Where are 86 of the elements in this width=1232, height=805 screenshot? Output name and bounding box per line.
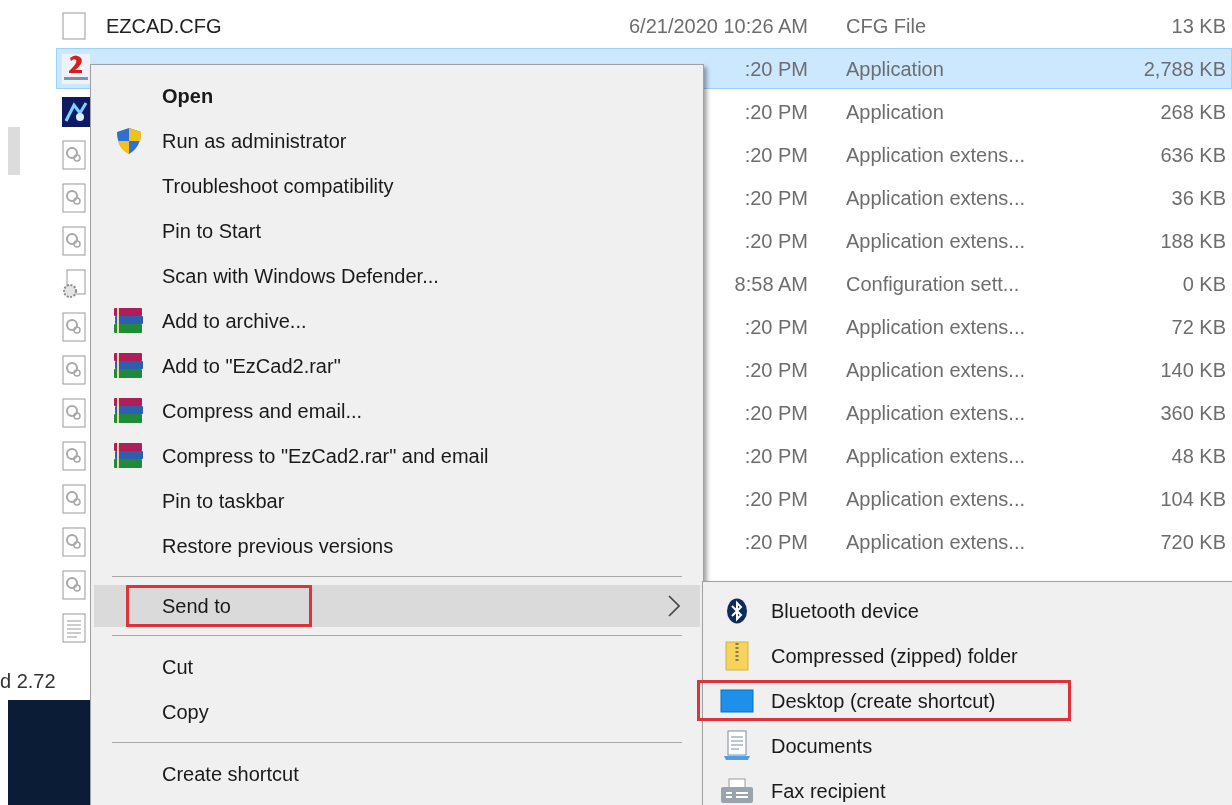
type-cell-text: Application	[846, 99, 944, 125]
date-cell-text: :20 PM	[744, 529, 808, 555]
size-cell-text: 104 KB	[1160, 486, 1226, 512]
date-cell-text: :20 PM	[744, 185, 808, 211]
type-cell-text: Configuration sett...	[846, 271, 1020, 297]
file-gear-icon	[62, 397, 86, 428]
date-cell-text: :20 PM	[744, 142, 808, 168]
chevron-right-icon	[668, 595, 680, 617]
desktop-icon	[720, 688, 754, 713]
size-cell-text: 48 KB	[1171, 443, 1226, 469]
file-icon	[62, 11, 86, 40]
menu-item[interactable]: Run as administrator	[94, 118, 700, 163]
size-cell-text: 36 KB	[1171, 185, 1226, 211]
books-stack-icon	[112, 440, 146, 471]
size-cell-text: 360 KB	[1160, 400, 1226, 426]
menu-item[interactable]: Restore previous versions	[94, 523, 700, 568]
size-cell-text: 140 KB	[1160, 357, 1226, 383]
file-gear-icon	[62, 440, 86, 471]
books-stack-icon	[112, 395, 146, 426]
type-cell-text: Application extens...	[846, 486, 1025, 512]
file-gear-icon	[62, 483, 86, 514]
menu-item[interactable]: Cut	[94, 644, 700, 689]
date-cell-text: :20 PM	[744, 56, 808, 82]
menu-item[interactable]: Troubleshoot compatibility	[94, 163, 700, 208]
date-cell-text: 6/21/2020 10:26 AM	[628, 13, 808, 39]
menu-item[interactable]: Documents	[703, 723, 1232, 768]
size-cell-text: 188 KB	[1160, 228, 1226, 254]
text-file-icon	[62, 612, 86, 643]
file-gear-icon	[62, 182, 86, 213]
menu-item[interactable]: Send to	[94, 585, 700, 627]
menu-item[interactable]: Create shortcut	[94, 751, 700, 796]
size-cell-text: 13 KB	[1171, 13, 1226, 39]
menu-item[interactable]: Bluetooth device	[703, 588, 1232, 633]
date-cell-text: 8:58 AM	[734, 271, 808, 297]
menu-item[interactable]: Pin to Start	[94, 208, 700, 253]
type-cell-text: Application	[846, 56, 944, 82]
books-stack-icon	[112, 350, 146, 381]
menu-item[interactable]: Desktop (create shortcut)	[703, 678, 1232, 723]
menu-item[interactable]: Open	[94, 73, 700, 118]
file-gear-icon	[62, 526, 86, 557]
file-gear-icon	[62, 311, 86, 342]
file-name: EZCAD.CFG	[106, 13, 222, 39]
date-cell-text: :20 PM	[744, 228, 808, 254]
scrollbar-thumb[interactable]	[8, 127, 20, 175]
file-gear-icon	[62, 354, 86, 385]
file-gear-icon	[62, 139, 86, 170]
type-cell-text: Application extens...	[846, 443, 1025, 469]
documents-icon	[722, 729, 752, 762]
menu-item[interactable]: Compress and email...	[94, 388, 700, 433]
date-cell-text: :20 PM	[744, 357, 808, 383]
date-cell-text: :20 PM	[744, 400, 808, 426]
type-cell-text: Application extens...	[846, 357, 1025, 383]
menu-item[interactable]: Pin to taskbar	[94, 478, 700, 523]
type-cell-text: CFG File	[846, 13, 926, 39]
size-cell-text: 72 KB	[1171, 314, 1226, 340]
size-cell-text: 268 KB	[1160, 99, 1226, 125]
date-cell-text: :20 PM	[744, 314, 808, 340]
file-gear-icon	[62, 225, 86, 256]
type-cell-text: Application extens...	[846, 314, 1025, 340]
date-cell-text: :20 PM	[744, 99, 808, 125]
menu-item[interactable]: Compress to "EzCad2.rar" and email	[94, 433, 700, 478]
menu-item[interactable]: Copy	[94, 689, 700, 734]
type-cell-text: Application extens...	[846, 142, 1025, 168]
date-cell-text: :20 PM	[744, 443, 808, 469]
config-file-icon	[62, 268, 86, 299]
date-cell-text: :20 PM	[744, 486, 808, 512]
file-gear-icon	[62, 569, 86, 600]
menu-item[interactable]: Add to archive...	[94, 298, 700, 343]
bluetooth-icon	[726, 597, 748, 624]
size-cell-text: 2,788 KB	[1143, 56, 1226, 82]
menu-item[interactable]: Add to "EzCad2.rar"	[94, 343, 700, 388]
menu-item[interactable]: Scan with Windows Defender...	[94, 253, 700, 298]
app-icon	[62, 96, 90, 127]
type-cell-text: Application extens...	[846, 228, 1025, 254]
type-cell-text: Application extens...	[846, 529, 1025, 555]
zip-folder-icon	[724, 640, 750, 671]
books-stack-icon	[112, 305, 146, 336]
size-cell-text: 720 KB	[1160, 529, 1226, 555]
size-cell-text: 636 KB	[1160, 142, 1226, 168]
size-cell-text: 0 KB	[1182, 271, 1226, 297]
status-text: d 2.72	[0, 669, 56, 694]
type-cell-text: Application extens...	[846, 185, 1025, 211]
type-cell-text: Application extens...	[846, 400, 1025, 426]
shield-icon	[116, 126, 142, 155]
menu-item[interactable]: Compressed (zipped) folder	[703, 633, 1232, 678]
menu-item[interactable]: Fax recipient	[703, 768, 1232, 805]
